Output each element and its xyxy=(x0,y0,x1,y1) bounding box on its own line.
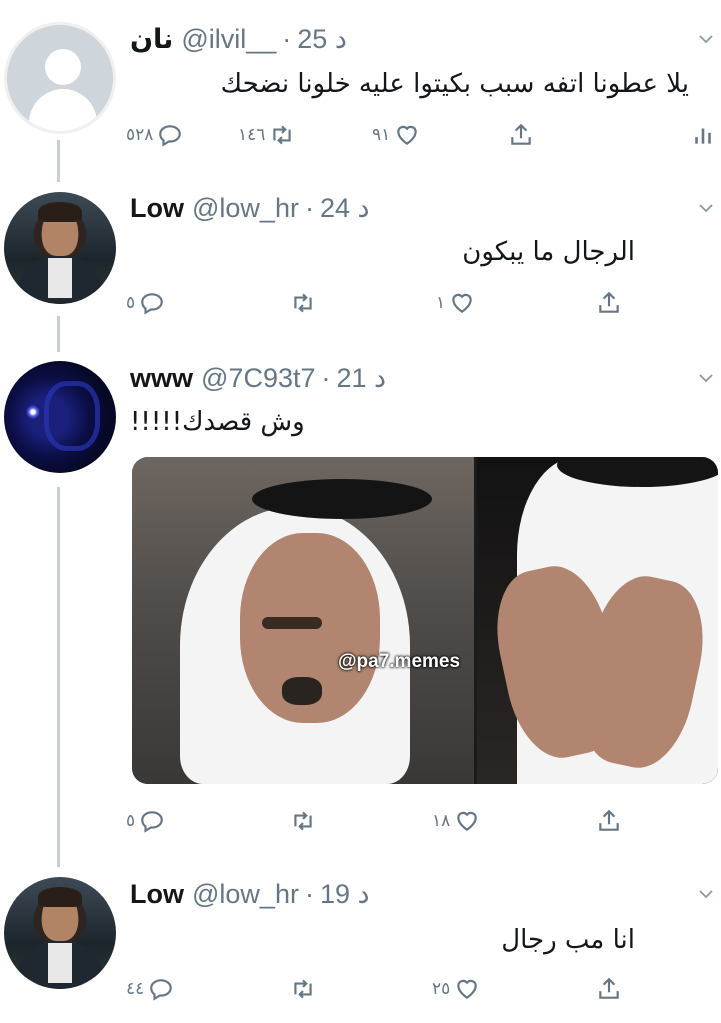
retweet-icon xyxy=(294,293,312,313)
handle[interactable]: @low_hr xyxy=(192,191,299,225)
analytics-button[interactable] xyxy=(690,115,716,155)
retweet-button[interactable] xyxy=(290,801,316,841)
heart-icon xyxy=(457,811,478,831)
tweet-header: نان @ilvil__ · 25 د xyxy=(130,22,691,56)
separator: · xyxy=(282,24,292,54)
heart-icon xyxy=(452,293,472,313)
default-avatar-icon[interactable] xyxy=(4,22,116,134)
reply-button[interactable]: ٥ xyxy=(126,283,165,323)
tweet-header: Low @low_hr · 24 د xyxy=(130,191,691,225)
reply-count: ٥٢٨ xyxy=(126,125,154,145)
share-icon xyxy=(599,977,619,999)
share-icon xyxy=(599,291,619,313)
reply-button[interactable]: ٥ xyxy=(126,801,165,841)
analytics-icon xyxy=(695,128,711,144)
tweet-header: www @7C93t7 · 21 د xyxy=(130,361,691,395)
like-button[interactable]: ٢٥ xyxy=(432,969,480,1009)
reply-icon xyxy=(150,979,173,1001)
tweet-text: الرجال ما يبكون xyxy=(462,237,635,267)
thread-connector xyxy=(57,316,60,352)
heart-icon xyxy=(457,979,478,999)
thread-connector xyxy=(57,487,60,867)
reply-icon xyxy=(141,293,163,315)
share-button[interactable] xyxy=(596,969,622,1009)
reply-count: ٥ xyxy=(126,811,136,831)
retweet-button[interactable]: ١٤٦ xyxy=(238,115,295,155)
avatar[interactable] xyxy=(4,192,116,304)
share-icon xyxy=(599,809,619,831)
like-button[interactable]: ١٨ xyxy=(432,801,480,841)
separator: · xyxy=(304,879,314,909)
retweet-button[interactable] xyxy=(290,283,316,323)
like-count: ٢٥ xyxy=(432,979,451,999)
reply-count: ٥ xyxy=(126,293,136,313)
like-button[interactable]: ١ xyxy=(436,283,475,323)
action-bar: ٤٤ ٢٥ xyxy=(118,969,721,1009)
tweet-text: وش قصدك!!!!! xyxy=(130,407,305,437)
handle[interactable]: @low_hr xyxy=(192,877,299,911)
timestamp[interactable]: 19 د xyxy=(320,877,370,911)
chevron-down-icon[interactable] xyxy=(697,885,715,903)
avatar[interactable] xyxy=(4,877,116,989)
reply-icon xyxy=(159,125,182,147)
heart-icon xyxy=(397,125,418,145)
reply-button[interactable]: ٤٤ xyxy=(126,969,174,1009)
like-count: ١٨ xyxy=(432,811,451,831)
handle[interactable]: @ilvil__ xyxy=(181,22,276,56)
retweet-icon xyxy=(273,125,292,145)
display-name[interactable]: Low xyxy=(130,877,184,911)
action-bar: ٥ ١٨ xyxy=(118,801,721,841)
retweet-icon xyxy=(294,811,312,831)
media-photo-right xyxy=(477,457,718,784)
chevron-down-icon[interactable] xyxy=(697,199,715,217)
media-watermark: @pa7.memes xyxy=(338,651,461,672)
thread-connector xyxy=(57,140,60,182)
action-bar: ٥ ١ xyxy=(118,283,721,323)
share-button[interactable] xyxy=(596,801,622,841)
reply-button[interactable]: ٥٢٨ xyxy=(126,115,183,155)
share-icon xyxy=(511,123,531,145)
separator: · xyxy=(304,193,314,223)
share-button[interactable] xyxy=(508,115,534,155)
separator: · xyxy=(321,363,331,393)
chevron-down-icon[interactable] xyxy=(697,369,715,387)
reply-icon xyxy=(141,811,163,833)
tweet-header: Low @low_hr · 19 د xyxy=(130,877,691,911)
avatar[interactable] xyxy=(4,361,116,473)
handle[interactable]: @7C93t7 xyxy=(201,361,315,395)
media-photo-left xyxy=(132,457,474,784)
like-button[interactable]: ٩١ xyxy=(372,115,420,155)
display-name[interactable]: نان xyxy=(130,22,173,56)
reply-count: ٤٤ xyxy=(126,979,145,999)
retweet-button[interactable] xyxy=(290,969,316,1009)
like-count: ١ xyxy=(436,293,446,313)
timestamp[interactable]: 21 د xyxy=(337,361,387,395)
timestamp[interactable]: 24 د xyxy=(320,191,370,225)
tweet-media-image[interactable]: @pa7.memes xyxy=(132,457,718,784)
display-name[interactable]: www xyxy=(130,361,193,395)
share-button[interactable] xyxy=(596,283,622,323)
tweet-text: انا مب رجال xyxy=(501,925,635,955)
action-bar: ٥٢٨ ١٤٦ ٩١ xyxy=(118,115,721,155)
timestamp[interactable]: 25 د xyxy=(297,22,347,56)
retweet-icon xyxy=(294,979,312,999)
chevron-down-icon[interactable] xyxy=(697,30,715,48)
display-name[interactable]: Low xyxy=(130,191,184,225)
retweet-count: ١٤٦ xyxy=(238,125,266,145)
tweet-text: يلا عطونا اتفه سبب بكيتوا عليه خلونا نضح… xyxy=(220,69,689,99)
like-count: ٩١ xyxy=(372,125,391,145)
